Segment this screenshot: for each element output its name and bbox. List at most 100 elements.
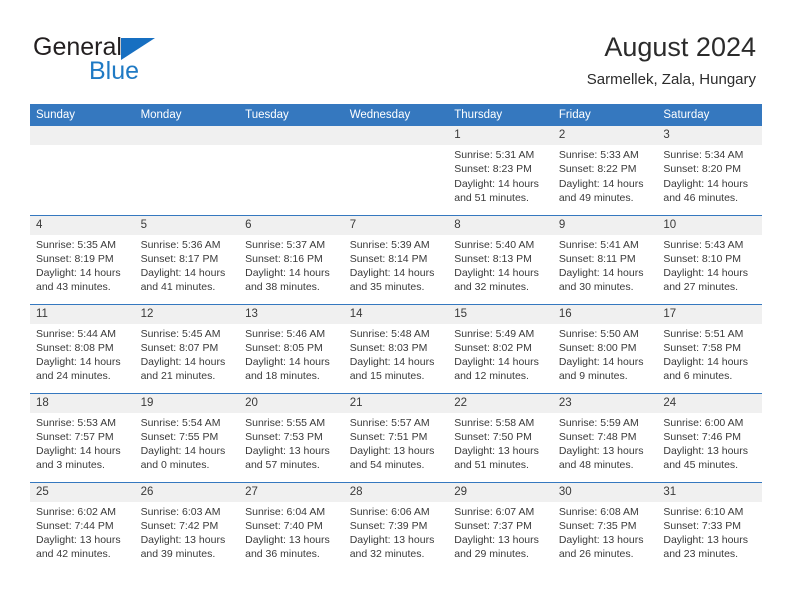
calendar-day-cell[interactable]: 14 Sunrise: 5:48 AM Sunset: 8:03 PM Dayligh… bbox=[343, 303, 449, 393]
day-number: 30 bbox=[552, 483, 658, 502]
calendar-day-cell[interactable]: 1 Sunrise: 5:31 AM Sunset: 8:23 PM Daylight… bbox=[448, 126, 553, 215]
day-number bbox=[239, 126, 344, 145]
sunrise-text: Sunrise: 5:54 AM bbox=[140, 416, 221, 429]
sunrise-text: Sunrise: 5:34 AM bbox=[663, 149, 744, 161]
page-header: General Blue August 2024 Sarmellek, Zala… bbox=[0, 0, 792, 100]
calendar-day-cell[interactable]: 24 Sunrise: 6:00 AM Sunset: 7:46 PM Dayligh… bbox=[657, 392, 762, 482]
day-number: 17 bbox=[657, 305, 762, 324]
day-number: 13 bbox=[239, 305, 344, 324]
sunrise-text: Sunrise: 5:59 AM bbox=[558, 416, 639, 429]
brand-logo[interactable]: General Blue bbox=[33, 34, 263, 88]
calendar-day-cell[interactable]: 16 Sunrise: 5:50 AM Sunset: 8:00 PM Dayligh… bbox=[552, 303, 658, 393]
daylight-text: Daylight: 14 hours and 32 minutes. bbox=[454, 267, 539, 294]
calendar-day-cell[interactable]: 17 Sunrise: 5:51 AM Sunset: 7:58 PM Dayligh… bbox=[657, 303, 762, 393]
daylight-text: Daylight: 13 hours and 45 minutes. bbox=[663, 445, 749, 472]
sunrise-text: Sunrise: 5:44 AM bbox=[36, 327, 116, 340]
calendar-day-cell[interactable]: 5 Sunrise: 5:36 AM Sunset: 8:17 PM Daylight… bbox=[134, 214, 240, 304]
day-number: 5 bbox=[134, 216, 240, 235]
day-number: 14 bbox=[343, 305, 449, 324]
sunrise-text: Sunrise: 5:57 AM bbox=[349, 416, 430, 429]
sunrise-text: Sunrise: 6:06 AM bbox=[349, 505, 430, 518]
calendar-day-cell[interactable]: 28 Sunrise: 6:06 AM Sunset: 7:39 PM Dayligh… bbox=[343, 481, 449, 571]
calendar-day-cell[interactable]: 13 Sunrise: 5:46 AM Sunset: 8:05 PM Dayligh… bbox=[239, 303, 344, 393]
day-details: Sunrise: 5:36 AM Sunset: 8:17 PM Daylight:… bbox=[135, 235, 240, 295]
day-number: 12 bbox=[134, 305, 240, 324]
daylight-text: Daylight: 14 hours and 30 minutes. bbox=[558, 267, 644, 294]
daylight-text: Daylight: 13 hours and 39 minutes. bbox=[140, 534, 226, 561]
daylight-text: Daylight: 14 hours and 46 minutes. bbox=[663, 177, 749, 204]
sunrise-text: Sunrise: 6:10 AM bbox=[663, 505, 744, 518]
calendar-day-cell[interactable]: 4 Sunrise: 5:35 AM Sunset: 8:19 PM Daylight… bbox=[30, 214, 135, 304]
calendar-day-cell[interactable]: 9 Sunrise: 5:41 AM Sunset: 8:11 PM Daylight… bbox=[552, 214, 658, 304]
calendar-day-cell[interactable]: 30 Sunrise: 6:08 AM Sunset: 7:35 PM Dayligh… bbox=[552, 481, 658, 571]
daylight-text: Daylight: 14 hours and 3 minutes. bbox=[36, 445, 121, 472]
sunset-text: Sunset: 8:16 PM bbox=[245, 252, 323, 265]
sunset-text: Sunset: 7:53 PM bbox=[245, 430, 323, 443]
day-details: Sunrise: 5:31 AM Sunset: 8:23 PM Daylight:… bbox=[448, 145, 553, 205]
sunrise-text: Sunrise: 5:48 AM bbox=[349, 327, 430, 340]
day-number: 9 bbox=[552, 216, 658, 235]
daylight-text: Daylight: 14 hours and 51 minutes. bbox=[454, 177, 539, 204]
calendar-week-row: 1 Sunrise: 5:31 AM Sunset: 8:23 PM Daylight… bbox=[30, 126, 762, 215]
calendar-day-cell[interactable]: 29 Sunrise: 6:07 AM Sunset: 7:37 PM Dayligh… bbox=[448, 481, 553, 571]
brand-name-blue: Blue bbox=[89, 57, 140, 85]
calendar-day-cell[interactable]: 7 Sunrise: 5:39 AM Sunset: 8:14 PM Daylight… bbox=[343, 214, 449, 304]
calendar-day-cell[interactable]: 23 Sunrise: 5:59 AM Sunset: 7:48 PM Dayligh… bbox=[552, 392, 658, 482]
day-number: 18 bbox=[30, 394, 135, 413]
calendar-day-cell[interactable]: 11 Sunrise: 5:44 AM Sunset: 8:08 PM Dayligh… bbox=[30, 303, 135, 393]
calendar-day-cell[interactable]: 19 Sunrise: 5:54 AM Sunset: 7:55 PM Dayligh… bbox=[134, 392, 240, 482]
calendar-day-cell[interactable]: 12 Sunrise: 5:45 AM Sunset: 8:07 PM Dayligh… bbox=[134, 303, 240, 393]
sunrise-text: Sunrise: 5:36 AM bbox=[140, 238, 221, 251]
page-title: August 2024 bbox=[604, 32, 756, 62]
day-number: 3 bbox=[657, 126, 762, 145]
daylight-text: Daylight: 13 hours and 42 minutes. bbox=[36, 534, 121, 561]
sunrise-text: Sunrise: 5:53 AM bbox=[36, 416, 116, 429]
calendar-week-row: 25 Sunrise: 6:02 AM Sunset: 7:44 PM Dayligh… bbox=[30, 481, 762, 571]
day-details: Sunrise: 5:59 AM Sunset: 7:48 PM Daylight:… bbox=[553, 413, 658, 473]
title-block: August 2024 Sarmellek, Zala, Hungary bbox=[587, 30, 756, 90]
calendar-day-cell[interactable]: 26 Sunrise: 6:03 AM Sunset: 7:42 PM Dayligh… bbox=[134, 481, 240, 571]
calendar-day-cell[interactable]: 10 Sunrise: 5:43 AM Sunset: 8:10 PM Dayligh… bbox=[657, 214, 762, 304]
calendar-day-cell[interactable]: 31 Sunrise: 6:10 AM Sunset: 7:33 PM Dayligh… bbox=[657, 481, 762, 571]
day-details: Sunrise: 5:39 AM Sunset: 8:14 PM Daylight:… bbox=[344, 235, 449, 295]
day-details: Sunrise: 5:33 AM Sunset: 8:22 PM Daylight:… bbox=[553, 145, 658, 205]
calendar-day-cell-empty bbox=[30, 126, 135, 215]
day-number bbox=[134, 126, 240, 145]
calendar-day-cell[interactable]: 8 Sunrise: 5:40 AM Sunset: 8:13 PM Daylight… bbox=[448, 214, 553, 304]
calendar-day-cell[interactable]: 27 Sunrise: 6:04 AM Sunset: 7:40 PM Dayligh… bbox=[239, 481, 344, 571]
sunset-text: Sunset: 7:40 PM bbox=[245, 519, 323, 532]
day-number bbox=[343, 126, 449, 145]
weekday-header-monday: Monday bbox=[134, 104, 240, 126]
sunset-text: Sunset: 8:19 PM bbox=[36, 252, 114, 265]
day-details: Sunrise: 5:40 AM Sunset: 8:13 PM Daylight:… bbox=[448, 235, 553, 295]
calendar-day-cell[interactable]: 3 Sunrise: 5:34 AM Sunset: 8:20 PM Daylight… bbox=[657, 126, 762, 215]
page-subtitle: Sarmellek, Zala, Hungary bbox=[586, 71, 756, 88]
sunset-text: Sunset: 8:00 PM bbox=[558, 341, 637, 354]
day-details: Sunrise: 5:45 AM Sunset: 8:07 PM Daylight:… bbox=[135, 324, 240, 384]
calendar-day-cell[interactable]: 15 Sunrise: 5:49 AM Sunset: 8:02 PM Dayligh… bbox=[448, 303, 553, 393]
day-number: 24 bbox=[657, 394, 762, 413]
calendar-day-cell[interactable]: 25 Sunrise: 6:02 AM Sunset: 7:44 PM Dayligh… bbox=[30, 481, 135, 571]
calendar-day-cell[interactable]: 6 Sunrise: 5:37 AM Sunset: 8:16 PM Daylight… bbox=[239, 214, 344, 304]
day-number: 10 bbox=[657, 216, 762, 235]
calendar-week-row: 4 Sunrise: 5:35 AM Sunset: 8:19 PM Daylight… bbox=[30, 214, 762, 304]
daylight-text: Daylight: 13 hours and 23 minutes. bbox=[663, 534, 749, 561]
sunrise-text: Sunrise: 6:04 AM bbox=[245, 505, 326, 518]
daylight-text: Daylight: 14 hours and 18 minutes. bbox=[245, 356, 330, 383]
calendar-day-cell[interactable]: 2 Sunrise: 5:33 AM Sunset: 8:22 PM Daylight… bbox=[552, 126, 658, 215]
sunrise-text: Sunrise: 6:03 AM bbox=[140, 505, 221, 518]
calendar-day-cell[interactable]: 22 Sunrise: 5:58 AM Sunset: 7:50 PM Dayligh… bbox=[448, 392, 553, 482]
daylight-text: Daylight: 13 hours and 51 minutes. bbox=[454, 445, 539, 472]
day-details: Sunrise: 6:08 AM Sunset: 7:35 PM Daylight:… bbox=[553, 502, 658, 562]
day-number: 27 bbox=[239, 483, 344, 502]
sunset-text: Sunset: 7:48 PM bbox=[558, 430, 637, 443]
sunset-text: Sunset: 7:57 PM bbox=[36, 430, 114, 443]
daylight-text: Daylight: 13 hours and 57 minutes. bbox=[245, 445, 330, 472]
calendar-day-cell[interactable]: 18 Sunrise: 5:53 AM Sunset: 7:57 PM Dayligh… bbox=[30, 392, 135, 482]
day-number: 11 bbox=[30, 305, 135, 324]
daylight-text: Daylight: 14 hours and 43 minutes. bbox=[36, 267, 121, 294]
calendar-page: General Blue August 2024 Sarmellek, Zala… bbox=[0, 0, 792, 612]
calendar-day-cell[interactable]: 20 Sunrise: 5:55 AM Sunset: 7:53 PM Dayligh… bbox=[239, 392, 344, 482]
calendar-day-cell[interactable]: 21 Sunrise: 5:57 AM Sunset: 7:51 PM Dayligh… bbox=[343, 392, 449, 482]
calendar-day-cell-empty bbox=[239, 126, 344, 215]
